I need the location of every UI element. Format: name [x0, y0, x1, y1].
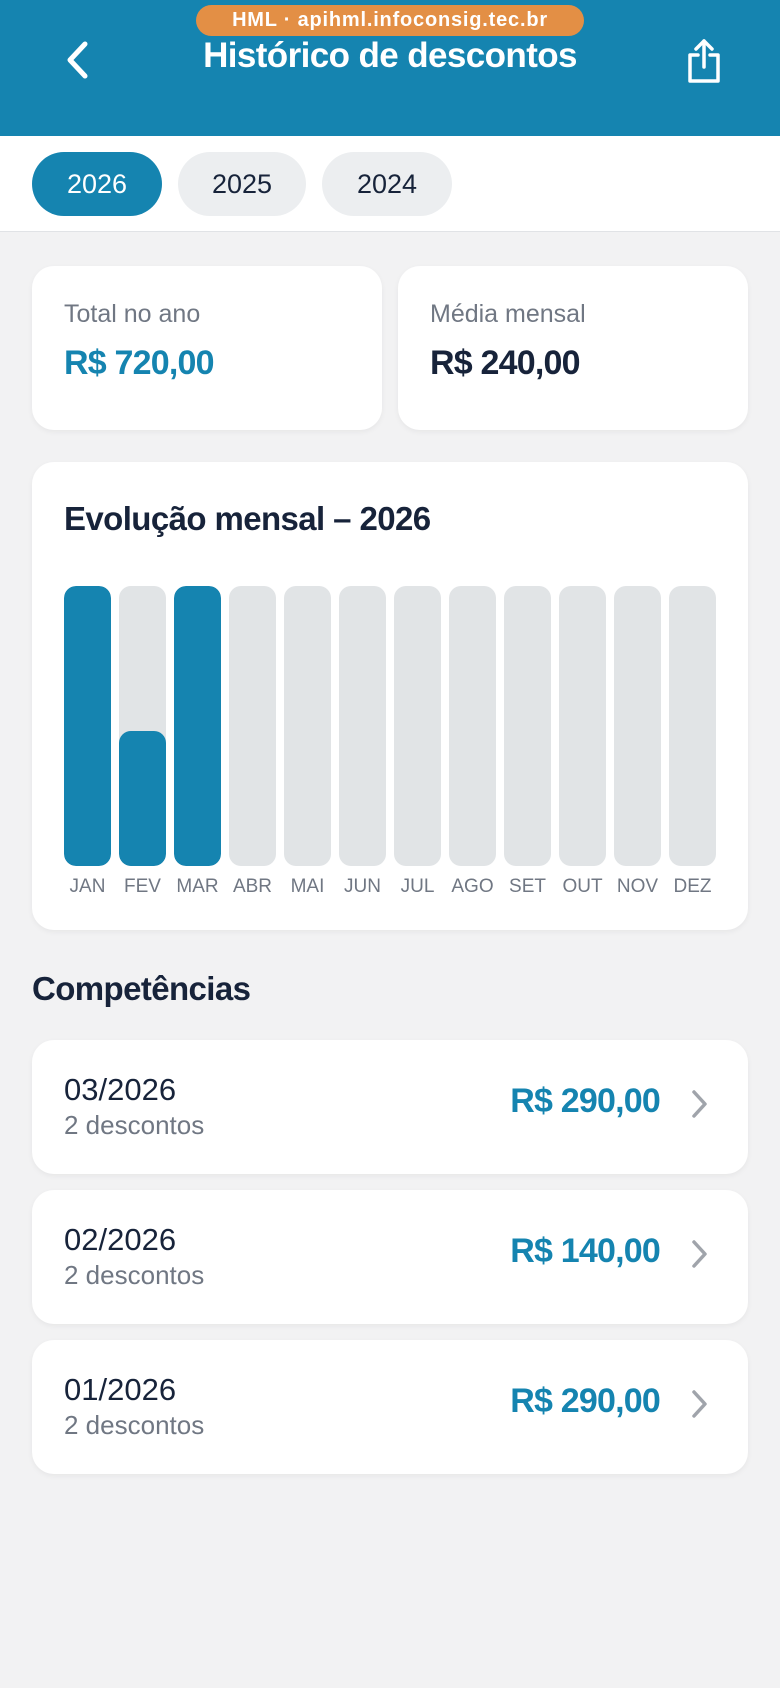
chevron-left-icon [67, 41, 88, 79]
competencia-item-01-2026[interactable]: 01/2026 2 descontos R$ 290,00 [32, 1340, 748, 1474]
bar-track-mar [174, 586, 221, 866]
month-label-nov: NOV [616, 876, 659, 897]
month-label-jan: JAN [69, 876, 106, 897]
month-label-fev: FEV [124, 876, 161, 897]
competencia-item-02-2026[interactable]: 02/2026 2 descontos R$ 140,00 [32, 1190, 748, 1324]
competencia-item-03-2026[interactable]: 03/2026 2 descontos R$ 290,00 [32, 1040, 748, 1174]
bar-chart [64, 586, 716, 866]
bar-fev [119, 731, 166, 866]
bar-track-set [504, 586, 551, 866]
monthly-average-value: R$ 240,00 [430, 344, 581, 382]
bar-track-jun [339, 586, 386, 866]
app-header: HML · apihml.infoconsig.tec.br Histórico… [0, 0, 780, 136]
competencia-count: 2 descontos [64, 1410, 205, 1440]
bar-track-nov [614, 586, 661, 866]
chevron-right-icon [686, 1234, 712, 1274]
total-year-label: Total no ano [64, 300, 201, 328]
competencia-amount: R$ 290,00 [510, 1082, 661, 1120]
monthly-average-label: Média mensal [430, 300, 586, 328]
tab-year-2024[interactable]: 2024 [322, 152, 452, 216]
back-button[interactable] [56, 36, 100, 84]
month-label-mar: MAR [176, 876, 219, 897]
bar-jan [64, 586, 111, 866]
month-label-jun: JUN [344, 876, 381, 897]
competencias-title: Competências [32, 970, 251, 1007]
bar-track-out [559, 586, 606, 866]
bar-track-abr [229, 586, 276, 866]
chevron-right-icon [686, 1384, 712, 1424]
environment-badge: HML · apihml.infoconsig.tec.br [196, 5, 584, 36]
competencia-period: 01/2026 [64, 1372, 177, 1407]
month-label-abr: ABR [232, 876, 273, 897]
month-label-mai: MAI [290, 876, 325, 897]
share-button[interactable] [678, 34, 730, 88]
month-label-set: SET [509, 876, 546, 897]
competencia-count: 2 descontos [64, 1110, 205, 1140]
tab-year-2026[interactable]: 2026 [32, 152, 162, 216]
month-label-ago: AGO [451, 876, 494, 897]
total-year-card: Total no ano R$ 720,00 [32, 266, 382, 430]
total-year-value: R$ 720,00 [64, 344, 215, 382]
bar-track-jul [394, 586, 441, 866]
competencia-count: 2 descontos [64, 1260, 205, 1290]
monthly-average-card: Média mensal R$ 240,00 [398, 266, 748, 430]
year-tabs: 2026 2025 2024 [0, 136, 780, 232]
share-icon [688, 39, 720, 83]
chart-title: Evolução mensal – 2026 [64, 500, 431, 537]
competencia-period: 03/2026 [64, 1072, 177, 1107]
bar-track-dez [669, 586, 716, 866]
competencia-amount: R$ 290,00 [510, 1382, 661, 1420]
month-label-dez: DEZ [673, 876, 712, 897]
monthly-chart-card: Evolução mensal – 2026 JAN FEV MAR ABR MAI JU… [32, 462, 748, 930]
bar-track-fev [119, 586, 166, 866]
tab-year-2025[interactable]: 2025 [178, 152, 306, 216]
bar-track-jan [64, 586, 111, 866]
month-label-out: OUT [562, 876, 603, 897]
chevron-right-icon [686, 1084, 712, 1124]
page-title: Histórico de descontos [203, 36, 577, 75]
competencia-amount: R$ 140,00 [510, 1232, 661, 1270]
competencia-period: 02/2026 [64, 1222, 177, 1257]
bar-track-mai [284, 586, 331, 866]
bar-mar [174, 586, 221, 866]
bar-track-ago [449, 586, 496, 866]
month-label-jul: JUL [400, 876, 435, 897]
